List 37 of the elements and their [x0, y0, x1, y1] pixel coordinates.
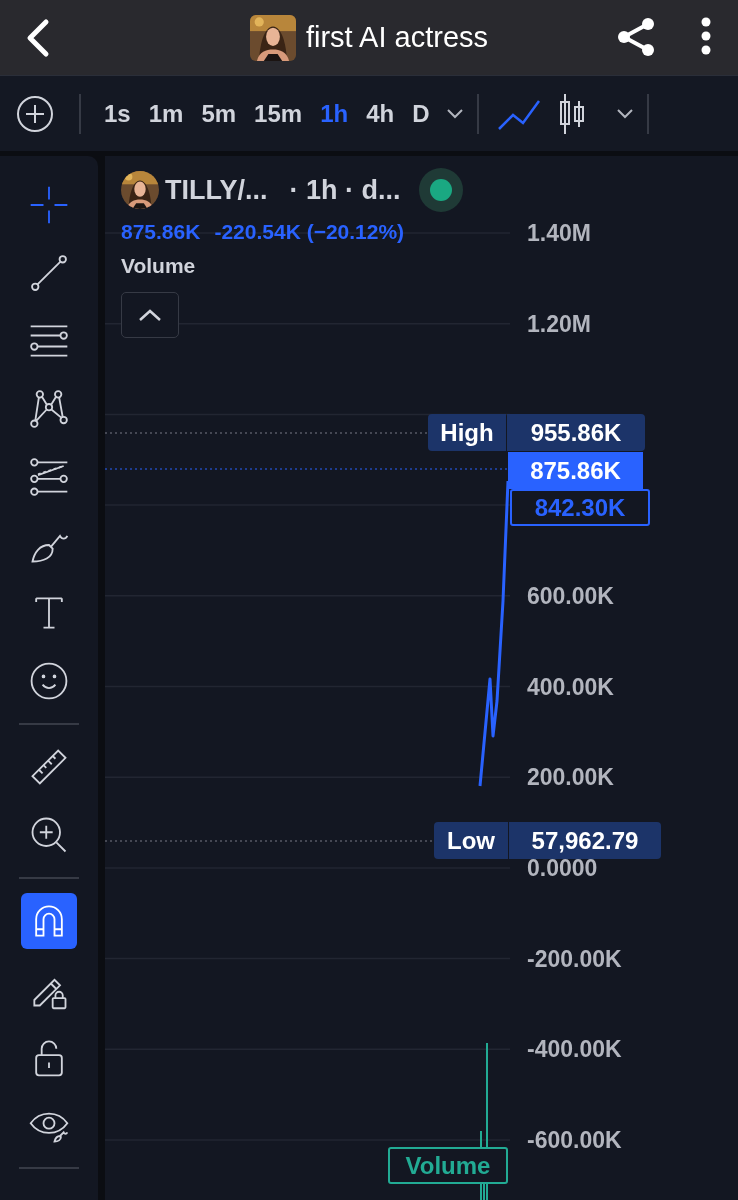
pattern-icon[interactable]	[27, 387, 71, 431]
axis-label: -200.00K	[527, 945, 622, 973]
chevron-down-icon[interactable]	[446, 108, 463, 119]
add-icon[interactable]	[16, 94, 54, 133]
interval-tab[interactable]: 1h	[311, 99, 358, 128]
more-icon[interactable]	[700, 16, 712, 56]
interval-tab[interactable]: 15m	[245, 99, 312, 128]
axis-label: 1.20M	[527, 310, 591, 338]
high-label: High	[428, 414, 506, 451]
volume-tag: Volume	[388, 1147, 508, 1184]
axis-label: 1.40M	[527, 219, 591, 247]
share-icon[interactable]	[616, 16, 656, 58]
axis-label: 400.00K	[527, 673, 614, 700]
interval-tab[interactable]: 5m	[192, 99, 246, 128]
low-label: Low	[434, 822, 508, 859]
interval-label: · 1h · d...	[289, 174, 401, 206]
last-value: 875.86K	[121, 220, 201, 244]
axis-label: 600.00K	[527, 582, 614, 610]
chevron-down-icon[interactable]	[616, 108, 633, 119]
interval-tab[interactable]: D	[403, 99, 439, 128]
high-value: 955.86K	[507, 414, 645, 451]
crosshair-price-tag: 842.30K	[510, 489, 650, 526]
symbol-name: TILLY/...	[165, 174, 268, 206]
collapse-button[interactable]	[121, 292, 179, 338]
axis-label: 200.00K	[527, 763, 614, 791]
interval-tab[interactable]: 1s	[95, 99, 140, 128]
interval-tab[interactable]: 1m	[139, 99, 193, 128]
axis-label: -600.00K	[527, 1126, 622, 1154]
parallel-lines-icon[interactable]	[27, 455, 71, 499]
interval-tab[interactable]: 4h	[357, 99, 404, 128]
low-value: 57,962.79	[509, 822, 661, 859]
change-value: -220.54K (−20.12%)	[214, 220, 405, 244]
last-price-tag: 875.86K	[508, 452, 643, 489]
chevron-up-icon	[139, 309, 161, 321]
indicator-label: Volume	[121, 254, 197, 278]
page-title: first AI actress	[305, 21, 489, 54]
axis-label: -400.00K	[527, 1035, 622, 1063]
